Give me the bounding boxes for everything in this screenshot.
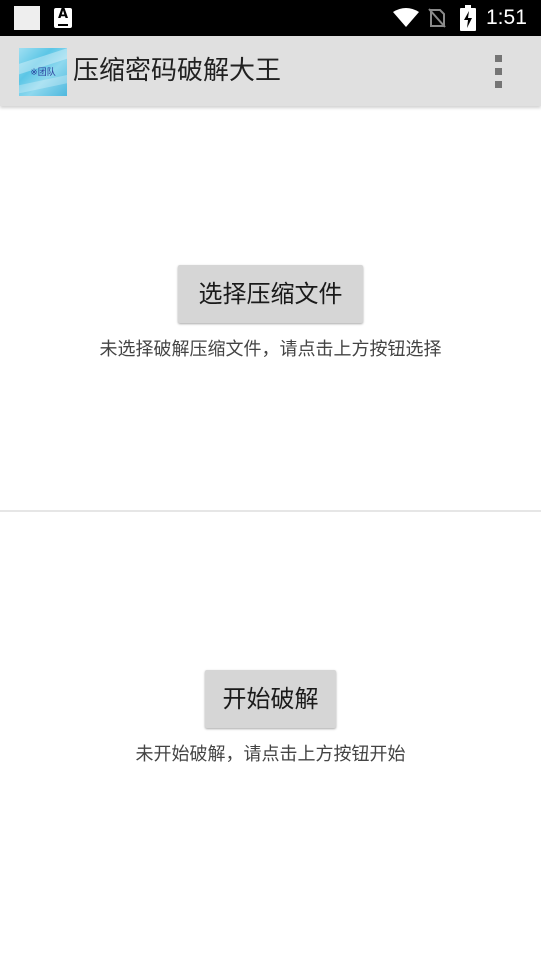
select-archive-button[interactable]: 选择压缩文件 <box>178 265 363 323</box>
crack-section: 开始破解 未开始破解，请点击上方按钮开始 <box>0 512 541 961</box>
battery-charging-icon <box>460 5 476 31</box>
app-title: 压缩密码破解大王 <box>73 56 282 86</box>
status-clock: 1:51 <box>486 6 527 29</box>
file-select-section: 选择压缩文件 未选择破解压缩文件，请点击上方按钮选择 <box>0 106 541 510</box>
notification-letter: A <box>57 7 69 22</box>
file-status-text: 未选择破解压缩文件，请点击上方按钮选择 <box>99 339 442 360</box>
no-sim-icon <box>428 8 446 28</box>
wifi-icon <box>393 8 419 27</box>
notification-square-icon <box>14 6 40 30</box>
overflow-menu-icon[interactable] <box>488 55 510 89</box>
screen: A 1:51 ※团队 压缩密码破解大王 选择压缩文件 未选择破解压缩文件，请点击… <box>0 0 541 961</box>
crack-status-text: 未开始破解，请点击上方按钮开始 <box>135 744 406 765</box>
status-bar: A 1:51 <box>0 0 541 36</box>
app-logo-text: ※团队 <box>30 68 56 78</box>
notification-a-icon: A <box>54 7 72 28</box>
app-logo: ※团队 <box>19 48 67 96</box>
start-crack-button[interactable]: 开始破解 <box>205 670 336 728</box>
app-bar: ※团队 压缩密码破解大王 <box>0 36 541 106</box>
